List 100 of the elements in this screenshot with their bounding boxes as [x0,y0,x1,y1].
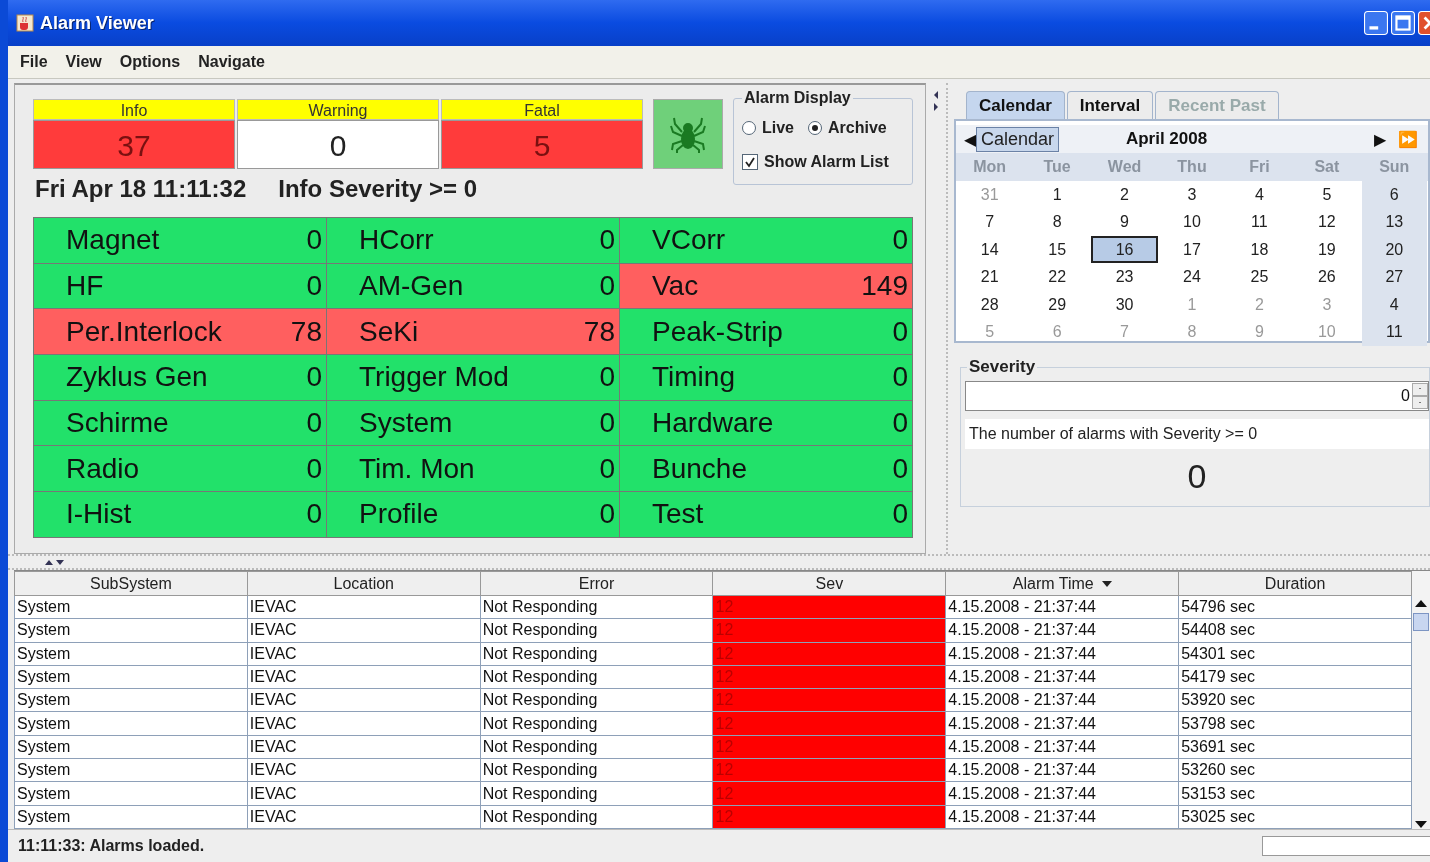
maximize-button[interactable] [1391,11,1415,35]
scroll-down-icon[interactable] [1415,821,1427,829]
calendar-day[interactable]: 10 [1159,208,1225,236]
scrollbar[interactable] [1412,571,1430,829]
subsystem-tile[interactable]: Trigger Mod 0 [327,355,619,400]
calendar-day[interactable]: 11 [1226,208,1293,236]
calendar-day[interactable]: 17 [1159,235,1225,263]
scroll-up-icon[interactable] [1415,599,1427,607]
calendar-day[interactable]: 7 [957,208,1023,236]
severity-spinner[interactable]: 0 [965,381,1429,411]
calendar-day[interactable]: 16 [1090,235,1159,263]
column-header[interactable]: Sev [713,571,946,596]
subsystem-tile[interactable]: VCorr 0 [620,218,912,263]
column-header[interactable]: SubSystem [14,571,248,596]
collapse-arrows-icon[interactable] [932,89,940,113]
tab[interactable]: Interval [1066,91,1154,119]
subsystem-tile[interactable]: I-Hist 0 [34,492,326,537]
calendar-day[interactable]: 19 [1294,235,1360,263]
table-cell: 12 [713,688,946,712]
table-cell: 12 [713,642,946,666]
subsystem-tile[interactable]: Timing 0 [620,355,912,400]
subsystem-tile[interactable]: Tim. Mon 0 [327,446,619,492]
table-cell: 4.15.2008 - 21:37:44 [945,665,1179,689]
calendar-day[interactable]: 11 [1361,318,1427,346]
calendar-day[interactable]: 13 [1361,208,1427,236]
calendar-day[interactable]: 6 [1361,180,1427,208]
calendar-day[interactable]: 25 [1226,263,1293,291]
calendar-day[interactable]: 23 [1091,263,1158,291]
calendar-day[interactable]: 30 [1091,290,1158,318]
subsystem-tile[interactable]: Test 0 [620,492,912,537]
radio-option[interactable]: Live [742,119,794,137]
alarm-count: 0 [892,498,908,531]
previous-month-button[interactable]: ◀ [964,129,976,149]
subsystem-tile[interactable]: Per.Interlock 78 [34,309,326,355]
radio-button[interactable] [808,121,822,135]
subsystem-tile[interactable]: Hardware 0 [620,400,912,446]
subsystem-tile[interactable]: AM-Gen 0 [327,263,619,309]
table-cell: 12 [713,618,946,643]
radio-option[interactable]: Archive [808,119,887,137]
subsystem-tile[interactable]: Radio 0 [34,446,326,492]
menu-item[interactable]: Navigate [198,53,265,71]
tab[interactable]: Calendar [966,91,1065,119]
radio-button[interactable] [742,121,756,135]
calendar-day[interactable]: 15 [1024,235,1090,263]
column-header[interactable]: Error [480,571,713,596]
subsystem-tile[interactable]: Vac 149 [620,263,912,309]
table-cell: 53798 sec [1178,712,1412,736]
alarm-count: 0 [306,224,322,257]
subsystem-name: Profile [359,498,439,531]
checkbox[interactable] [742,154,758,170]
calendar-day[interactable]: 28 [957,290,1023,318]
calendar-day[interactable]: 14 [957,235,1023,263]
calendar-day[interactable]: 4 [1361,290,1427,318]
menu-item[interactable]: File [20,53,48,71]
collapse-arrows-icon[interactable] [44,558,66,566]
calendar-day[interactable]: 8 [1024,208,1090,236]
calendar-day[interactable]: 5 [1294,180,1360,208]
calendar-day[interactable]: 1 [1024,180,1090,208]
calendar-day[interactable]: 4 [1226,180,1293,208]
table-cell: 53691 sec [1178,735,1412,759]
column-header[interactable]: Duration [1178,571,1412,596]
counter-value: 0 [237,120,439,169]
subsystem-tile[interactable]: Zyklus Gen 0 [34,355,326,400]
subsystem-name: Test [652,498,704,531]
subsystem-tile[interactable]: Bunche 0 [620,446,912,492]
alarm-count: 0 [892,407,908,440]
subsystem-tile[interactable]: HCorr 0 [327,218,619,263]
alarm-count: 0 [306,361,322,394]
calendar-day[interactable]: 27 [1361,263,1427,291]
table-cell: 12 [713,735,946,759]
subsystem-tile[interactable]: Peak-Strip 0 [620,309,912,355]
column-header[interactable]: Alarm Time [945,571,1179,596]
subsystem-tile[interactable]: Magnet 0 [34,218,326,263]
menu-item[interactable]: Options [119,53,181,71]
checkbox-option[interactable]: Show Alarm List [742,153,904,171]
calendar-day[interactable]: 3 [1159,180,1225,208]
calendar-day[interactable]: 26 [1294,263,1360,291]
subsystem-tile[interactable]: Profile 0 [327,492,619,537]
calendar-day[interactable]: 29 [1024,290,1090,318]
subsystem-tile[interactable]: HF 0 [34,263,326,309]
calendar-day[interactable]: 22 [1024,263,1090,291]
calendar-day[interactable]: 21 [957,263,1023,291]
calendar-day[interactable]: 24 [1159,263,1225,291]
calendar-button[interactable]: Calendar [976,126,1060,152]
calendar-day[interactable]: 12 [1294,208,1360,236]
calendar-day[interactable]: 18 [1226,235,1293,263]
next-month-button[interactable]: ▶ [1374,129,1386,149]
minimize-button[interactable] [1364,11,1388,35]
calendar-day[interactable]: 2 [1091,180,1158,208]
subsystem-tile[interactable]: System 0 [327,400,619,446]
table-cell: 54796 sec [1178,595,1412,619]
table-cell: Not Responding [480,688,713,712]
subsystem-tile[interactable]: SeKi 78 [327,309,619,355]
subsystem-tile[interactable]: Schirme 0 [34,400,326,446]
calendar-day[interactable]: 9 [1091,208,1158,236]
menu-item[interactable]: View [65,53,102,71]
column-header[interactable]: Location [247,571,481,596]
scroll-thumb[interactable] [1413,613,1429,631]
calendar-day[interactable]: 20 [1361,235,1427,263]
spider-button[interactable] [653,99,723,169]
